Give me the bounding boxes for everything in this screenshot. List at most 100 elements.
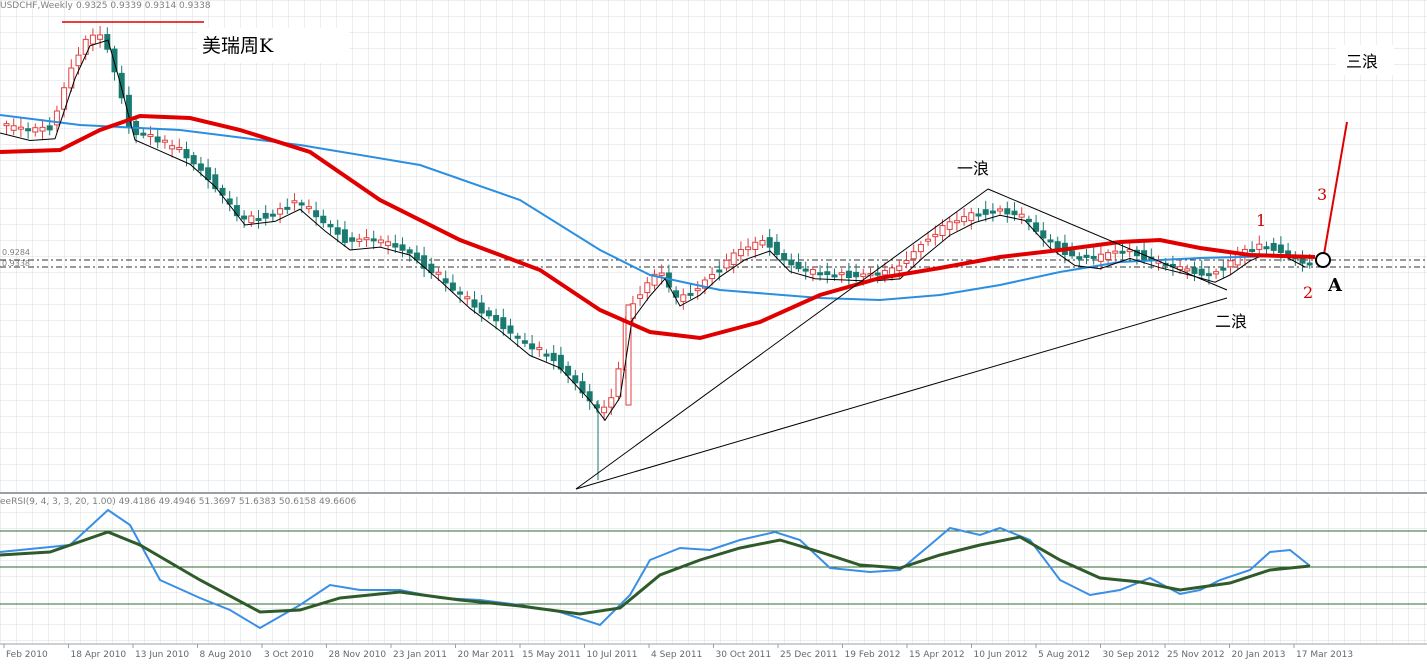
candle-body — [32, 127, 39, 133]
candle-body — [644, 282, 651, 294]
date-label: 8 Aug 2010 — [200, 650, 252, 660]
candle-body — [1004, 208, 1011, 215]
candle-body — [478, 302, 485, 314]
candle-body — [485, 310, 492, 317]
candle-body — [543, 353, 550, 357]
candle-body — [514, 335, 521, 339]
candle-body — [435, 271, 442, 275]
marker-1: 1 — [1256, 211, 1266, 230]
candle-body — [1018, 213, 1025, 218]
candle-body — [1213, 271, 1220, 275]
candle-body — [370, 238, 377, 242]
date-label: 17 Mar 2013 — [1296, 650, 1353, 660]
candle-body — [169, 145, 176, 150]
candle-body — [917, 243, 924, 253]
candle-body — [399, 244, 406, 251]
candle-body — [730, 252, 737, 265]
point-a-circle — [1315, 252, 1331, 268]
candle-body — [1256, 243, 1263, 250]
candle-body — [939, 225, 946, 237]
candle-body — [723, 259, 730, 269]
price-panel-bg — [0, 0, 1427, 492]
date-label: 25 Nov 2012 — [1167, 650, 1225, 660]
candle-body — [709, 273, 716, 280]
candle-body — [788, 259, 795, 266]
candle-body — [925, 238, 932, 242]
date-label: 30 Sep 2012 — [1103, 650, 1160, 660]
price-label-left: 0.9284 — [2, 248, 30, 257]
candle-body — [140, 132, 147, 136]
candle-body — [946, 221, 953, 230]
candle-body — [1227, 260, 1234, 268]
candle-body — [313, 210, 320, 218]
candle-body — [997, 208, 1004, 212]
candle-body — [291, 200, 298, 204]
candle-body — [1105, 252, 1112, 260]
candle-body — [377, 239, 384, 244]
candle-body — [716, 269, 723, 273]
candle-body — [910, 251, 917, 260]
ohlc-header: 0.9325 0.9339 0.9314 0.9338 — [76, 1, 211, 11]
wave2-label: 二浪 — [1215, 312, 1247, 331]
candle-body — [464, 296, 471, 300]
candle-body — [1191, 267, 1198, 274]
candle-body — [507, 325, 514, 334]
marker-2: 2 — [1303, 283, 1313, 302]
candle-body — [795, 261, 802, 270]
candle-body — [982, 209, 989, 215]
indicator-panel-bg — [0, 497, 1427, 643]
candle-body — [1040, 230, 1047, 239]
candle-body — [392, 243, 399, 248]
candle-body — [10, 125, 17, 131]
date-label: 5 Aug 2012 — [1038, 650, 1090, 660]
candle-body — [1112, 250, 1119, 254]
candle-body — [831, 274, 838, 278]
candle-body — [500, 317, 507, 330]
candle-body — [298, 202, 305, 206]
marker-3: 3 — [1317, 185, 1327, 204]
candle-body — [601, 406, 608, 414]
date-label: 10 Jul 2011 — [587, 650, 638, 660]
candle-body — [176, 146, 183, 150]
candle-body — [536, 347, 543, 351]
candle-body — [363, 237, 370, 241]
date-label: 19 Feb 2012 — [845, 650, 901, 660]
title-label: 美瑞周K — [202, 35, 274, 57]
candle-body — [615, 368, 622, 397]
symbol-header: USDCHF,Weekly — [0, 1, 73, 11]
candle-body — [248, 215, 255, 224]
candle-body — [557, 354, 564, 370]
candle-body — [975, 213, 982, 217]
date-label: 20 Jan 2013 — [1232, 650, 1286, 660]
candle-body — [802, 268, 809, 272]
date-label: 3 Oct 2010 — [264, 650, 314, 660]
candle-body — [637, 294, 644, 299]
candle-body — [1083, 254, 1090, 258]
candle-body — [809, 269, 816, 275]
wave3-label: 三浪 — [1346, 52, 1378, 71]
candle-body — [874, 272, 881, 276]
candle-body — [356, 238, 363, 242]
candle-body — [334, 227, 341, 235]
candle-body — [658, 272, 665, 276]
candle-body — [205, 167, 212, 181]
candle-body — [457, 291, 464, 295]
indicator-header: eeRSI(9, 4, 3, 3, 20, 1.00) 49.4186 49.4… — [0, 497, 356, 507]
candle-body — [1263, 246, 1270, 250]
candle-body — [385, 241, 392, 247]
chart-svg: USDCHF,Weekly 0.9325 0.9339 0.9314 0.933… — [0, 0, 1427, 660]
date-label: 15 Apr 2012 — [909, 650, 965, 660]
candle-body — [1119, 250, 1126, 254]
candle-body — [1069, 250, 1076, 257]
candle-body — [989, 210, 996, 214]
point-a-label: A — [1327, 275, 1343, 296]
candle-body — [961, 216, 968, 223]
candle-body — [968, 212, 975, 222]
candle-body — [1220, 267, 1227, 271]
candle-body — [1097, 253, 1104, 262]
candle-body — [104, 34, 111, 50]
candle-body — [1277, 244, 1284, 254]
candle-body — [327, 223, 334, 228]
candle-body — [1011, 210, 1018, 216]
candle-body — [529, 343, 536, 350]
